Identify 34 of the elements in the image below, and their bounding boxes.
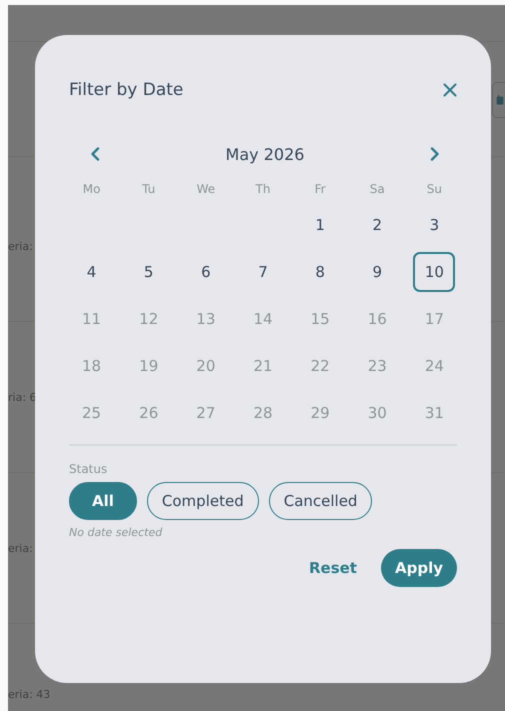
calendar-day[interactable]: 8 [299, 252, 342, 292]
calendar-button[interactable] [492, 82, 505, 118]
weekday-label: Tu [142, 182, 156, 196]
calendar-day[interactable]: 1 [299, 204, 342, 244]
calendar-day[interactable]: 4 [70, 252, 113, 292]
apply-button[interactable]: Apply [380, 549, 457, 587]
weekday-label: Sa [370, 182, 385, 196]
calendar-icon [496, 93, 504, 107]
reset-button[interactable]: Reset [308, 559, 357, 577]
previous-month-icon[interactable] [90, 147, 100, 161]
next-month-icon[interactable] [430, 147, 440, 161]
calendar-day[interactable]: 7 [242, 252, 284, 292]
row-label: eria: [8, 542, 33, 554]
selection-note: No date selected [69, 526, 162, 539]
row-label: eria: 43 [8, 688, 50, 701]
status-chip[interactable]: Completed [146, 482, 259, 520]
close-icon[interactable] [443, 83, 457, 97]
weekday-label: We [196, 182, 216, 196]
status-label: Status [69, 462, 108, 476]
calendar-day[interactable]: 5 [128, 252, 170, 292]
month-title: May 2026 [226, 144, 304, 164]
dialog-title: Filter by Date [69, 80, 184, 100]
calendar-day[interactable]: 2 [356, 204, 398, 244]
calendar-day[interactable]: 9 [356, 252, 398, 292]
status-chip[interactable]: Cancelled [268, 482, 372, 520]
status-chip[interactable]: All [69, 482, 137, 520]
calendar-day[interactable]: 3 [413, 204, 456, 244]
weekday-label: Th [256, 182, 270, 196]
weekday-label: Fr [314, 182, 326, 196]
weekday-label: Mo [82, 182, 100, 196]
calendar-day[interactable]: 6 [184, 252, 227, 292]
calendar-day[interactable]: 10 [413, 252, 456, 292]
row-label: eria: [8, 240, 33, 252]
weekday-label: Su [426, 182, 442, 196]
